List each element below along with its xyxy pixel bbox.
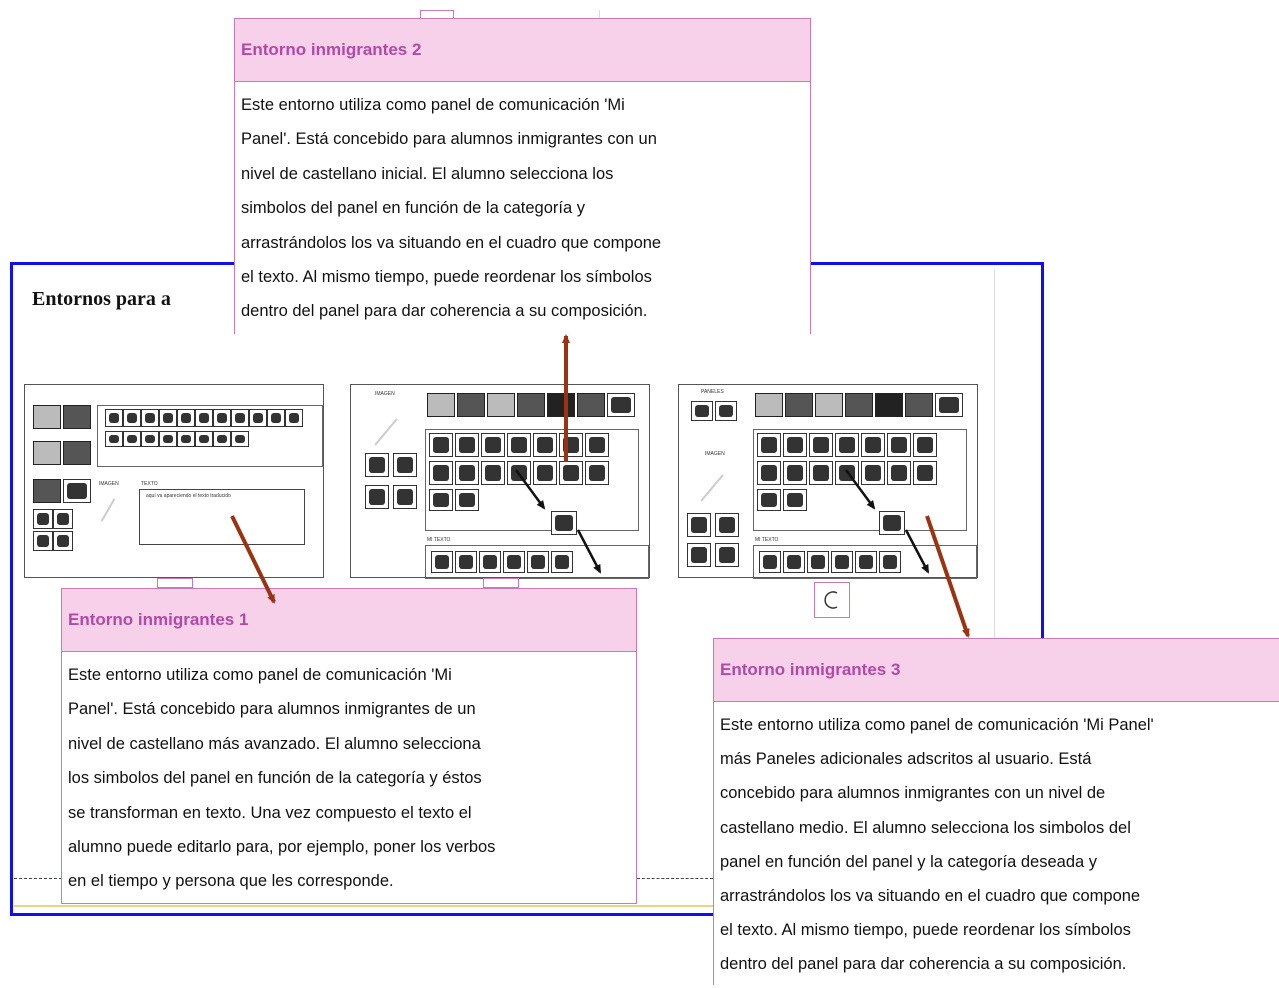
arrow-icon xyxy=(576,529,602,574)
arrow-icon xyxy=(514,469,546,510)
arrow-icon xyxy=(230,515,276,604)
arrow-icon xyxy=(925,515,970,638)
arrow-icon xyxy=(844,469,876,510)
arrow-icon xyxy=(904,529,930,574)
arrow-overlay xyxy=(230,334,970,638)
